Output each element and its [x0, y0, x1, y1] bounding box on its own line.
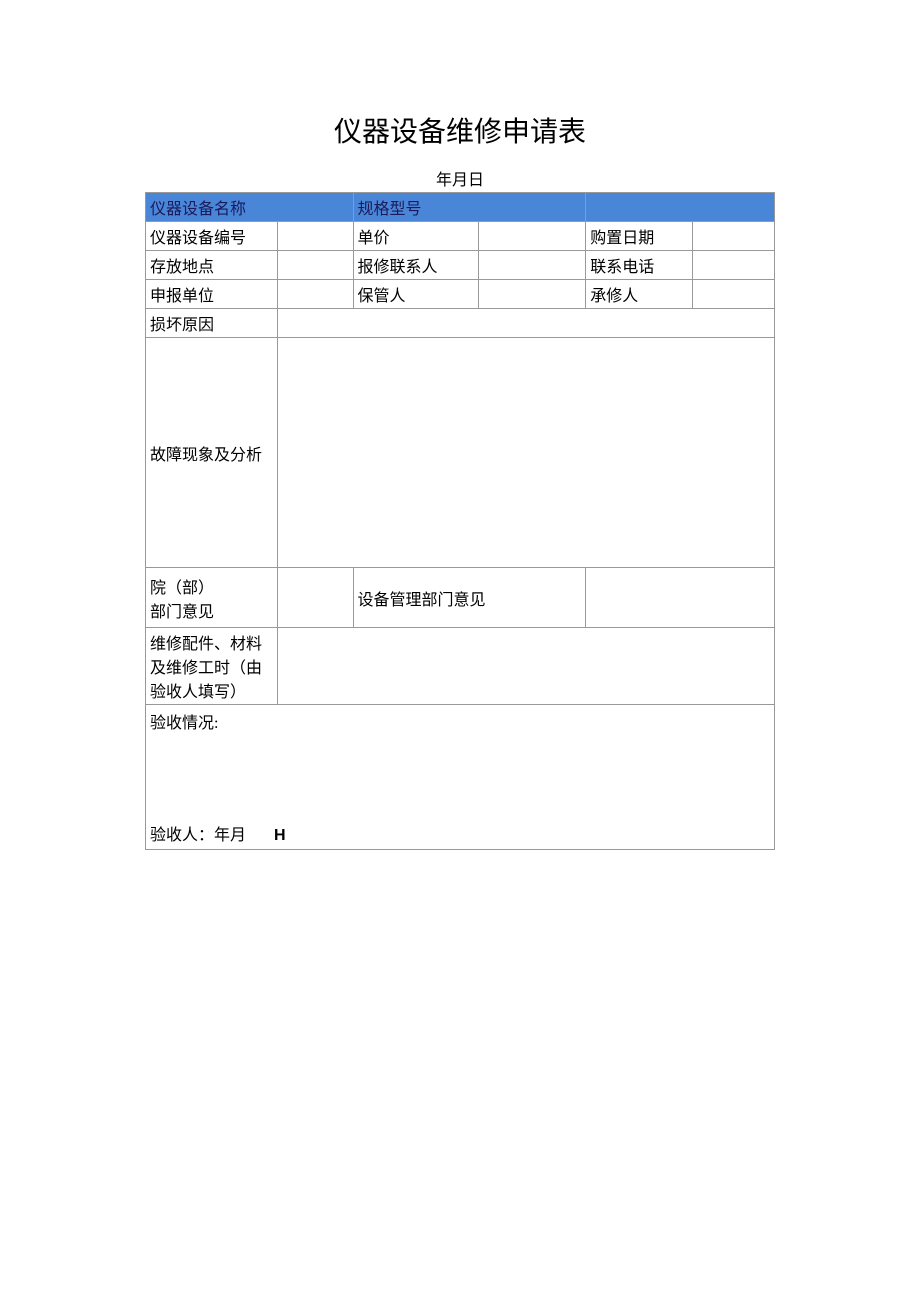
table-row: 损坏原因 — [146, 309, 775, 338]
value-report-unit — [278, 280, 353, 309]
parts-line2: 及维修工时（由 — [150, 660, 262, 677]
value-repairer — [693, 280, 775, 309]
label-parts-info: 维修配件、材料 及维修工时（由 验收人填写） — [146, 628, 278, 705]
label-mgmt-opinion: 设备管理部门意见 — [353, 568, 586, 628]
table-row: 院（部） 部门意见 设备管理部门意见 — [146, 568, 775, 628]
value-damage-reason — [278, 309, 775, 338]
label-accept-person: 验收人：年月 — [150, 827, 246, 844]
dept-opinion-line2: 部门意见 — [150, 604, 214, 621]
table-row: 故障现象及分析 — [146, 338, 775, 568]
h-character: H — [274, 827, 286, 844]
label-fault-analysis: 故障现象及分析 — [146, 338, 278, 568]
label-device-no: 仪器设备编号 — [146, 222, 278, 251]
label-custodian: 保管人 — [353, 280, 479, 309]
table-row: 申报单位 保管人 承修人 — [146, 280, 775, 309]
label-purchase-date: 购置日期 — [586, 222, 693, 251]
table-row: 仪器设备编号 单价 购置日期 — [146, 222, 775, 251]
value-parts-info — [278, 628, 775, 705]
accept-person-line: 验收人：年月 H — [150, 821, 770, 845]
value-custodian — [479, 280, 586, 309]
label-spec-model: 规格型号 — [353, 193, 586, 222]
acceptance-cell: 验收情况: 验收人：年月 H — [146, 705, 775, 850]
parts-line1: 维修配件、材料 — [150, 636, 262, 653]
parts-line3: 验收人填写） — [150, 684, 246, 701]
date-line: 年月日 — [145, 166, 775, 190]
label-unit-price: 单价 — [353, 222, 479, 251]
value-device-no — [278, 222, 353, 251]
dept-opinion-line1: 院（部） — [150, 580, 214, 597]
label-damage-reason: 损坏原因 — [146, 309, 278, 338]
table-row: 仪器设备名称 规格型号 — [146, 193, 775, 222]
table-row: 维修配件、材料 及维修工时（由 验收人填写） — [146, 628, 775, 705]
label-device-name: 仪器设备名称 — [146, 193, 354, 222]
label-repairer: 承修人 — [586, 280, 693, 309]
value-storage-location — [278, 251, 353, 280]
label-dept-opinion: 院（部） 部门意见 — [146, 568, 278, 628]
value-spec-model — [586, 193, 775, 222]
value-unit-price — [479, 222, 586, 251]
value-purchase-date — [693, 222, 775, 251]
value-contact-phone — [693, 251, 775, 280]
label-contact-phone: 联系电话 — [586, 251, 693, 280]
label-storage-location: 存放地点 — [146, 251, 278, 280]
table-row: 存放地点 报修联系人 联系电话 — [146, 251, 775, 280]
label-repair-contact: 报修联系人 — [353, 251, 479, 280]
value-repair-contact — [479, 251, 586, 280]
document-title: 仪器设备维修申请表 — [145, 110, 775, 150]
label-accept-status: 验收情况: — [150, 709, 770, 733]
value-fault-analysis — [278, 338, 775, 568]
table-row: 验收情况: 验收人：年月 H — [146, 705, 775, 850]
value-mgmt-opinion — [586, 568, 775, 628]
maintenance-form-table: 仪器设备名称 规格型号 仪器设备编号 单价 购置日期 存放地点 报修联系人 联系… — [145, 192, 775, 850]
label-report-unit: 申报单位 — [146, 280, 278, 309]
value-dept-opinion — [278, 568, 353, 628]
